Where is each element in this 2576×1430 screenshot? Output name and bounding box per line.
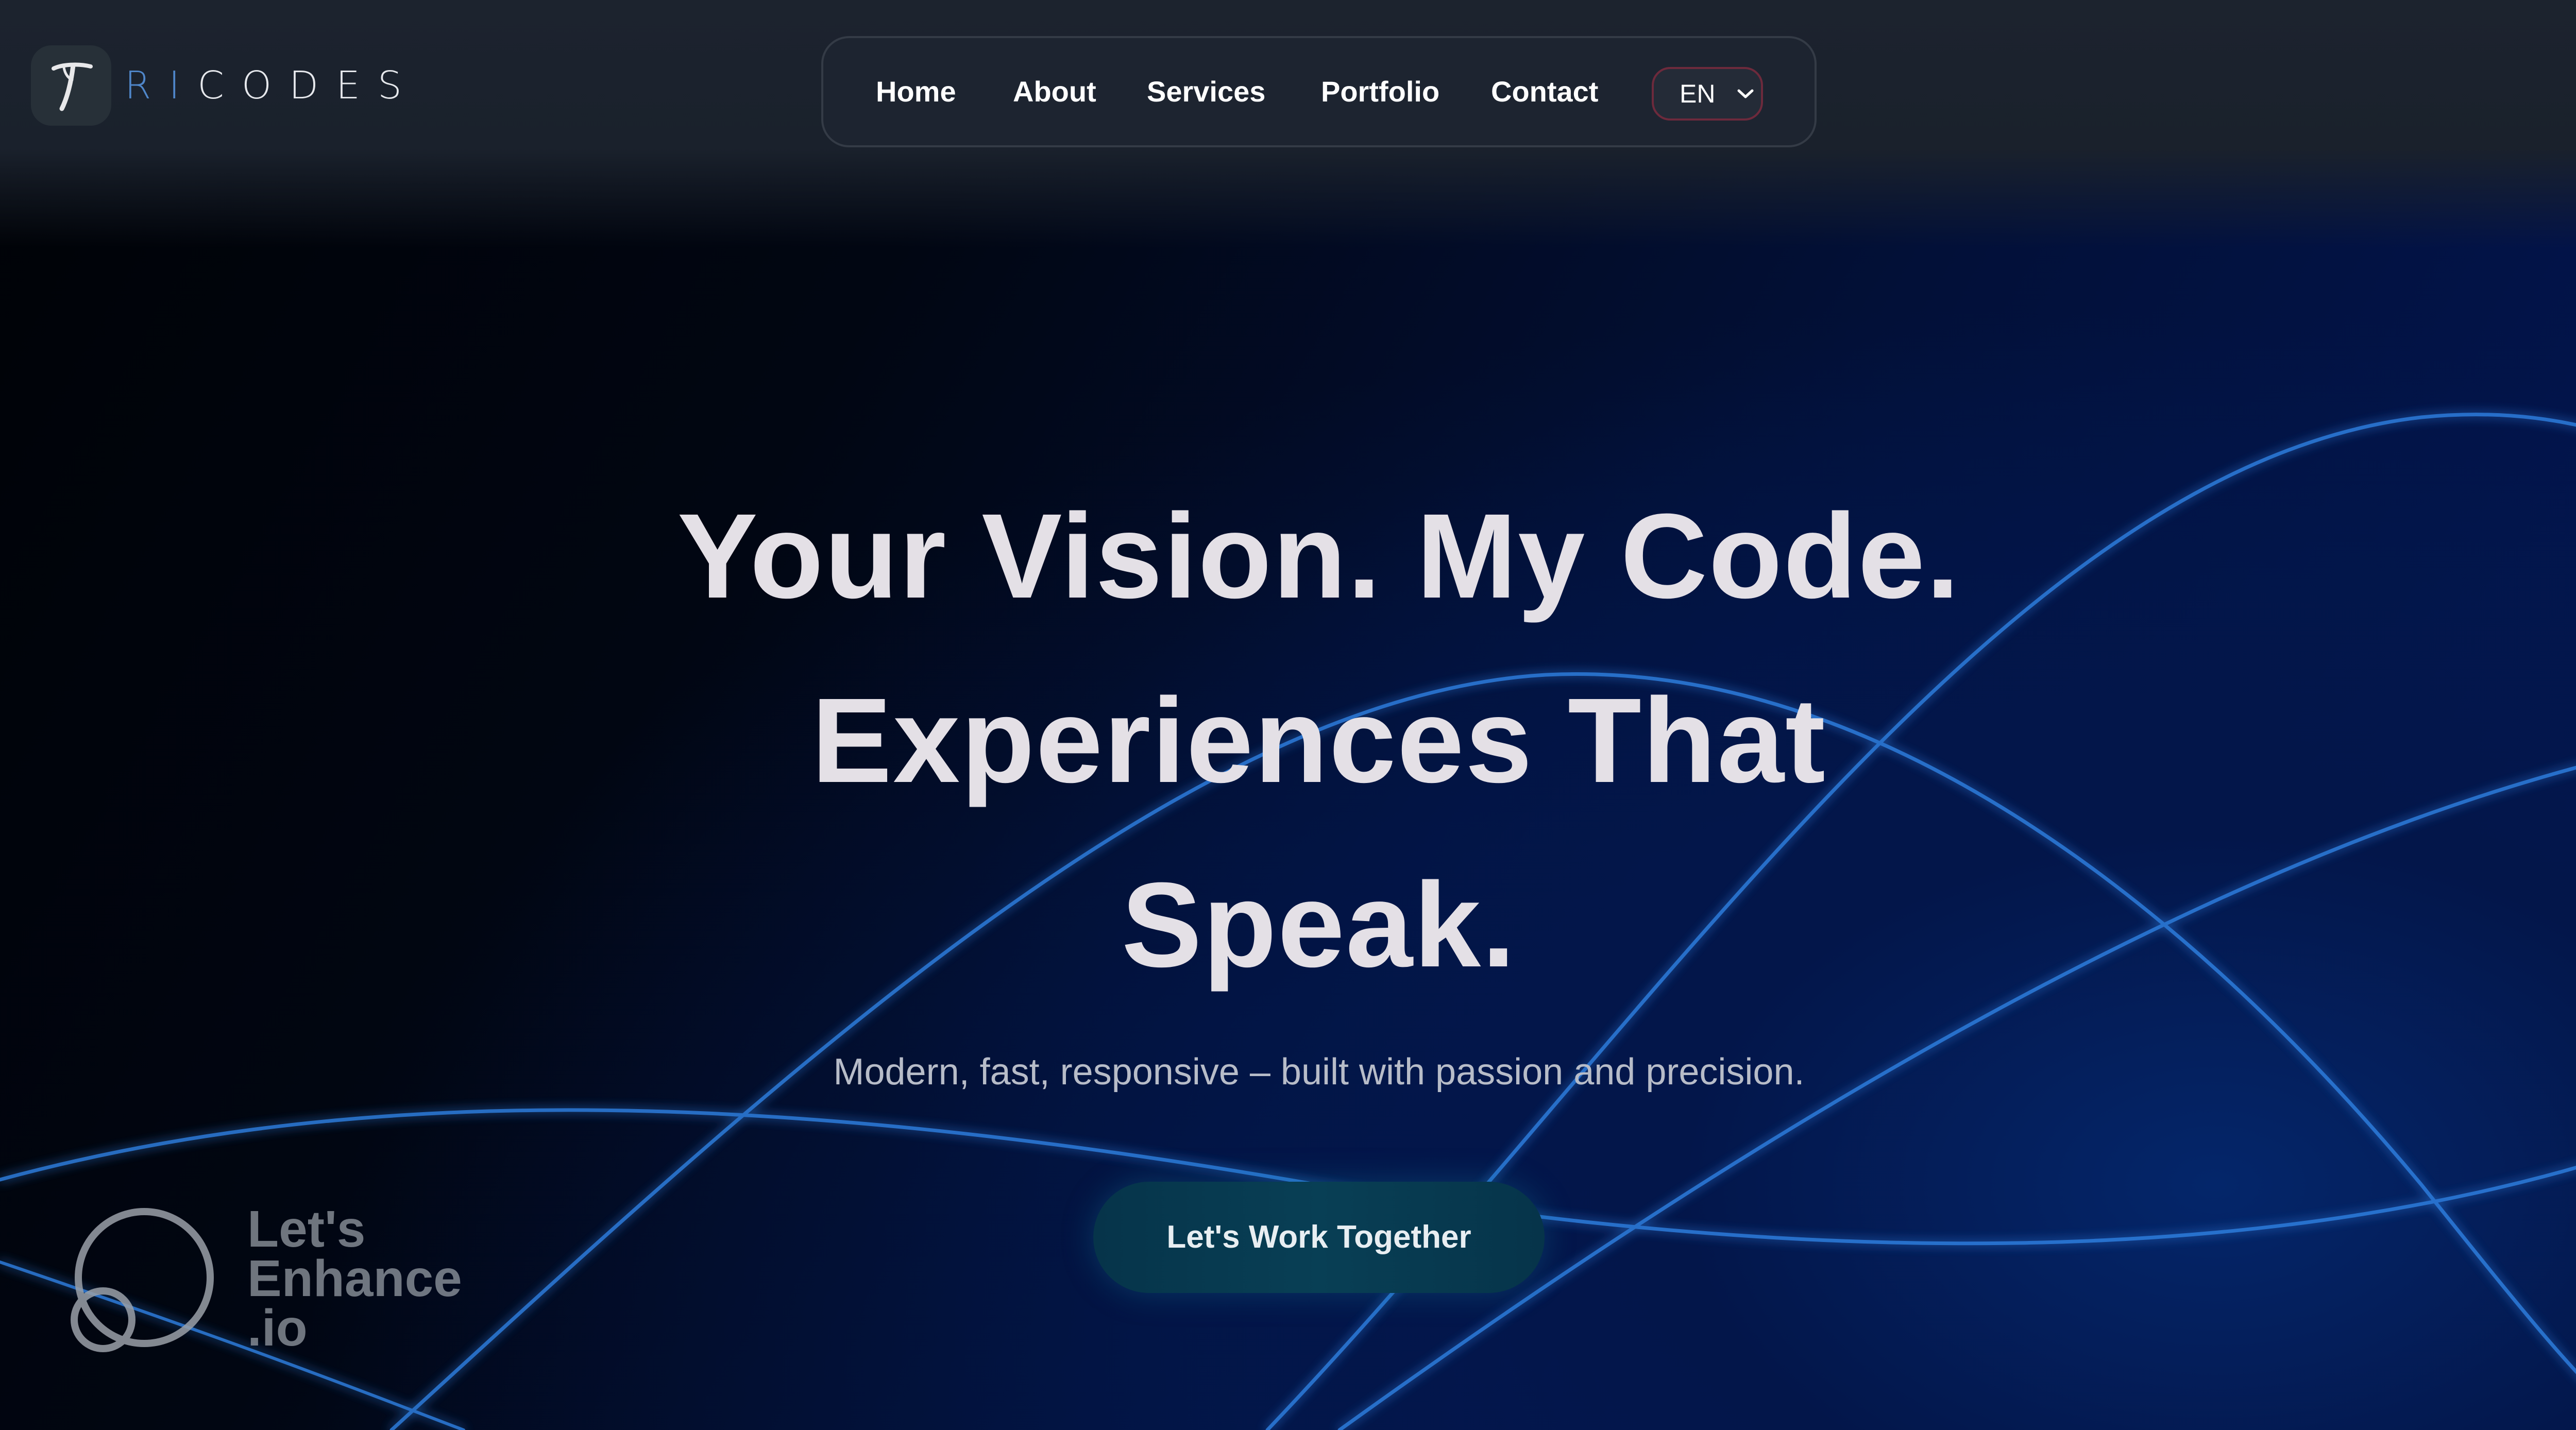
site-header: RICODES Home About Services Portfolio Co…: [0, 0, 2576, 155]
language-selected: EN: [1680, 79, 1716, 108]
brand-name-accent: RI: [125, 63, 198, 108]
hero-headline: Your Vision. My Code. Experiences That S…: [567, 464, 2071, 1017]
watermark-text: Let's Enhance .io: [247, 1200, 462, 1357]
watermark-circles-icon: [71, 1208, 214, 1352]
hero-subtitle: Modern, fast, responsive – built with pa…: [833, 1051, 1805, 1093]
work-together-button[interactable]: Let's Work Together: [1093, 1182, 1545, 1293]
nav-item-contact[interactable]: Contact: [1491, 38, 1598, 145]
brand-name: RICODES: [125, 63, 419, 108]
main-nav: Home About Services Portfolio Contact EN: [821, 36, 1817, 147]
watermark-line-2: Enhance: [247, 1250, 462, 1307]
nav-item-services[interactable]: Services: [1147, 38, 1265, 145]
enhancer-watermark: Let's Enhance .io: [67, 1200, 479, 1365]
brand-logo[interactable]: RICODES: [31, 45, 419, 126]
nav-item-about[interactable]: About: [1013, 38, 1096, 145]
headline-line-2: Experiences That: [811, 673, 1826, 808]
chevron-down-icon: [1737, 89, 1754, 98]
landing-page: RICODES Home About Services Portfolio Co…: [0, 0, 2576, 1430]
language-selector[interactable]: EN: [1652, 67, 1763, 121]
watermark-line-1: Let's: [247, 1200, 366, 1258]
logo-mark: [31, 45, 111, 126]
logo-t-icon: [52, 62, 93, 111]
nav-item-portfolio[interactable]: Portfolio: [1321, 38, 1439, 145]
headline-line-1: Your Vision. My Code.: [677, 488, 1961, 623]
brand-name-rest: CODES: [197, 63, 419, 108]
watermark-line-3: .io: [247, 1299, 308, 1357]
headline-line-3: Speak.: [1121, 857, 1517, 992]
nav-item-home[interactable]: Home: [876, 38, 956, 145]
